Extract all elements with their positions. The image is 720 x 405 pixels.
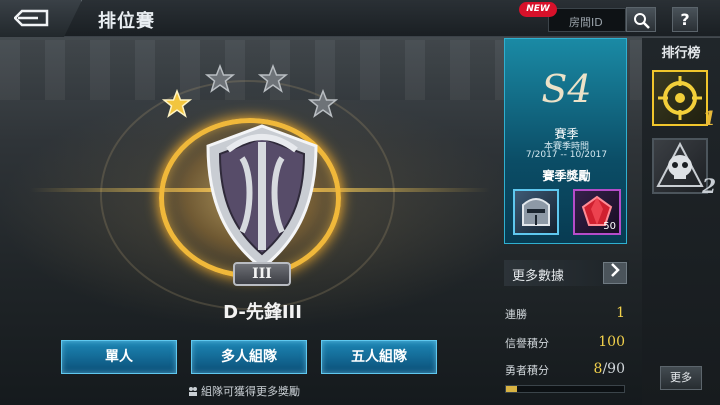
season-code: S4 [541,67,592,111]
stat-label: 信譽積分 [505,337,549,350]
star-icon [258,64,288,93]
ranking-item[interactable]: 2 [652,138,716,198]
room-id-input[interactable]: 房間ID [548,8,626,32]
back-button[interactable] [0,0,82,37]
brave-points-bar-fill [506,386,517,392]
team-hint: 組隊可獲得更多獎勵 [188,383,300,399]
reward-skin-item[interactable] [513,189,559,235]
team-icon [189,387,197,396]
more-data-button[interactable] [603,262,627,284]
stat-value: 100 [598,334,625,350]
stat-label: 連勝 [505,308,527,321]
star-icon [162,89,192,118]
solo-mode-button[interactable]: 單人 [61,340,177,374]
stat-total: /90 [602,361,625,377]
page-title: 排位賽 [98,11,155,32]
five-party-mode-button[interactable]: 五人組隊 [321,340,437,374]
reward-gem-item[interactable]: 50 [573,189,621,235]
season-dates: 7/2017 -- 10/2017 [525,150,608,160]
gold-target-icon [658,76,702,120]
search-button[interactable] [626,7,656,32]
ranking-number: 1 [702,106,716,130]
ranking-item[interactable]: 1 [652,70,716,130]
brave-points-bar [505,385,625,393]
ranking-title: 排行榜 [661,46,701,61]
ranking-more-button[interactable]: 更多 [660,366,702,390]
new-badge: NEW [519,2,557,17]
season-rewards-title: 賽季獎勵 [542,169,591,183]
brave-points-row: 勇者積分 8/90 [505,361,627,382]
chevron-right-icon [611,263,620,277]
rank-name: D-先鋒III [223,302,302,323]
rank-tier-plate: III [233,262,291,286]
knight-helmet-icon [522,198,550,226]
help-button[interactable]: ? [672,7,698,32]
season-panel: S4 賽季 本賽季時間 7/2017 -- 10/2017 賽季獎勵 50 [504,38,627,244]
stat-label: 勇者積分 [505,364,549,377]
vanguard-shield-icon [206,124,318,270]
credit-score-row: 信譽積分 100 [505,334,627,355]
top-bar: 排位賽 房間ID NEW ? [0,0,720,37]
win-streak-row: 連勝 1 [505,305,627,326]
back-arrow-icon [14,9,49,27]
reward-count: 50 [603,221,616,232]
search-icon [634,13,650,29]
star-icon [205,64,235,93]
ranking-sidebar: 排行榜 1 2 [642,38,720,405]
skull-icon [656,141,704,187]
party-mode-button[interactable]: 多人組隊 [191,340,307,374]
team-hint-text: 組隊可獲得更多獎勵 [201,385,300,398]
star-icon [308,89,338,118]
stat-value: 1 [616,305,625,321]
ranking-number: 2 [702,174,716,198]
